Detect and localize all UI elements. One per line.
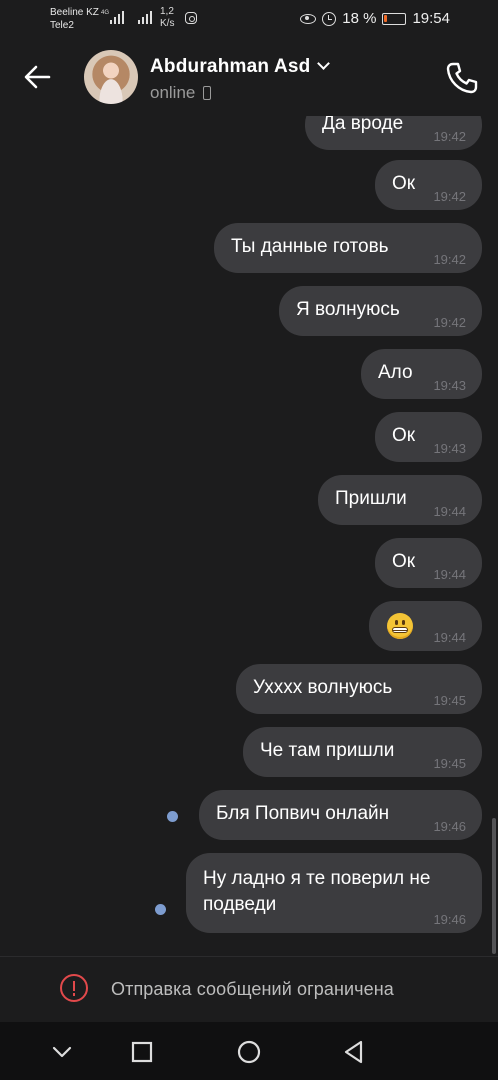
message-text: Бля Попвич онлайн: [216, 803, 390, 824]
mobile-device-icon: [203, 86, 212, 100]
message-text: Ухххх волнуюсь: [253, 677, 393, 698]
status-bar: Beeline KZ Tele2 4G 1,2 K/s 18 % 19:54: [0, 0, 498, 40]
message-bubble[interactable]: Ухххх волнуюсь 19:45: [236, 664, 482, 714]
clock: 19:54: [412, 10, 450, 27]
nav-home-circle-icon[interactable]: [231, 1034, 267, 1070]
battery-percent: 18 %: [342, 10, 377, 27]
unread-dot-icon: [155, 904, 166, 915]
message-text: Да вроде: [322, 116, 404, 134]
back-arrow-icon[interactable]: [22, 62, 52, 92]
scrollbar[interactable]: [492, 818, 496, 954]
message-time: 19:46: [433, 819, 466, 834]
message-bubble[interactable]: Ну ладно я те поверил не подведи 19:46: [186, 853, 482, 933]
speed-value: 1,2: [160, 6, 174, 17]
message-bubble[interactable]: Ок 19:43: [375, 412, 482, 462]
message-time: 19:42: [433, 129, 466, 144]
message-list[interactable]: Да вроде 19:42 Ок 19:42 Ты данные готовь 19:4…: [0, 116, 498, 956]
carrier-names: Beeline KZ Tele2: [50, 6, 99, 32]
status-text: online: [150, 83, 196, 102]
phone-call-icon[interactable]: [444, 60, 480, 96]
message-bubble[interactable]: 19:44: [369, 601, 482, 651]
signal-icon: [138, 10, 152, 24]
message-time: 19:44: [433, 567, 466, 582]
contact-name-row[interactable]: Abdurahman Asd: [150, 56, 331, 78]
message-text: Пришли: [335, 488, 407, 509]
nav-back-chevron-icon[interactable]: [44, 1034, 80, 1070]
contact-name[interactable]: Abdurahman Asd: [150, 56, 310, 77]
message-time: 19:42: [433, 189, 466, 204]
carrier-2: Tele2: [50, 20, 74, 31]
message-time: 19:42: [433, 252, 466, 267]
message-time: 19:44: [433, 630, 466, 645]
message-bubble[interactable]: Да вроде 19:42: [305, 116, 482, 150]
message-time: 19:43: [433, 378, 466, 393]
message-bubble[interactable]: Пришли 19:44: [318, 475, 482, 525]
message-text: Ало: [378, 362, 413, 383]
nav-back-triangle-icon[interactable]: [336, 1034, 372, 1070]
eye-icon: [300, 13, 317, 24]
chat-header: Abdurahman Asd online: [0, 40, 498, 116]
message-text: Че там пришли: [260, 740, 395, 761]
message-text: Ок: [392, 551, 416, 572]
message-time: 19:42: [433, 315, 466, 330]
presence-status: online: [150, 83, 212, 103]
message-text: Ок: [392, 173, 416, 194]
message-time: 19:44: [433, 504, 466, 519]
alarm-icon: [322, 11, 337, 26]
message-bubble[interactable]: Ок 19:42: [375, 160, 482, 210]
messaging-restricted-bar: Отправка сообщений ограничена: [0, 956, 498, 1023]
alert-icon: [60, 974, 88, 1002]
message-bubble[interactable]: Ты данные готовь 19:42: [214, 223, 482, 273]
message-time: 19:45: [433, 756, 466, 771]
message-bubble[interactable]: Бля Попвич онлайн 19:46: [199, 790, 482, 840]
battery-icon: [382, 12, 407, 25]
carrier-1: Beeline KZ: [50, 7, 99, 18]
message-text: Я волнуюсь: [296, 299, 400, 320]
network-type: 4G: [101, 10, 110, 16]
instagram-icon: [185, 12, 197, 24]
message-time: 19:46: [433, 912, 466, 927]
grimacing-face-emoji-icon: [387, 613, 413, 639]
message-text: Ну ладно я те поверил не подведи: [203, 868, 431, 915]
system-nav-bar: [0, 1022, 498, 1080]
message-text: Ок: [392, 425, 416, 446]
message-bubble[interactable]: Че там пришли 19:45: [243, 727, 482, 777]
nav-recents-square-icon[interactable]: [124, 1034, 160, 1070]
unread-dot-icon: [167, 811, 178, 822]
message-time: 19:45: [433, 693, 466, 708]
message-bubble[interactable]: Ало 19:43: [361, 349, 482, 399]
network-speed: 1,2 K/s: [160, 6, 174, 30]
battery-fill: [384, 14, 388, 22]
avatar[interactable]: [84, 50, 138, 104]
message-bubble[interactable]: Я волнуюсь 19:42: [279, 286, 482, 336]
message-bubble[interactable]: Ок 19:44: [375, 538, 482, 588]
restriction-text: Отправка сообщений ограничена: [111, 979, 394, 999]
signal-icon: [110, 10, 124, 24]
message-text: Ты данные готовь: [231, 236, 389, 257]
chevron-down-icon[interactable]: [317, 57, 331, 70]
status-right: 18 % 19:54: [300, 10, 450, 27]
speed-unit: K/s: [160, 18, 175, 29]
message-time: 19:43: [433, 441, 466, 456]
